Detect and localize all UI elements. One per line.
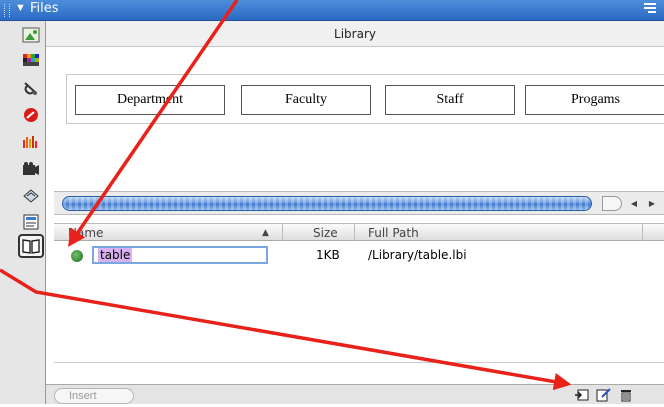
nav-button-faculty: Faculty bbox=[241, 85, 371, 115]
shockwave-icon[interactable] bbox=[22, 134, 40, 150]
sort-ascending-icon[interactable]: ▲ bbox=[262, 225, 269, 241]
nav-button-staff: Staff bbox=[385, 85, 515, 115]
library-icon[interactable] bbox=[18, 234, 44, 258]
scroll-left-arrow-icon[interactable]: ◀ bbox=[626, 196, 642, 211]
edit-icon[interactable] bbox=[596, 388, 612, 402]
asset-bottom-toolbar: Insert bbox=[46, 384, 664, 404]
flash-icon[interactable] bbox=[22, 107, 40, 123]
templates-icon[interactable] bbox=[22, 214, 40, 230]
preview-table-frame: Department Faculty Staff Progams bbox=[66, 74, 664, 124]
item-size: 1KB bbox=[316, 248, 340, 262]
column-header-size[interactable]: Size bbox=[313, 225, 338, 241]
library-item-icon bbox=[71, 250, 83, 262]
nav-button-department: Department bbox=[75, 85, 225, 115]
insert-button[interactable]: Insert bbox=[54, 388, 134, 404]
list-item[interactable]: table 1KB /Library/table.lbi bbox=[54, 245, 664, 265]
scrollbar-thumb[interactable] bbox=[62, 196, 592, 211]
preview-header: Library bbox=[46, 21, 664, 47]
scrollbar-track-end[interactable] bbox=[602, 196, 622, 211]
delete-icon[interactable] bbox=[618, 388, 634, 402]
column-header-name[interactable]: Name bbox=[68, 225, 103, 241]
colors-icon[interactable] bbox=[22, 52, 40, 68]
asset-list: table 1KB /Library/table.lbi bbox=[54, 241, 664, 363]
collapse-triangle-icon[interactable]: ▼ bbox=[15, 2, 26, 14]
panel-title-bar[interactable]: ▼ Files bbox=[0, 0, 664, 21]
preview-horizontal-scrollbar[interactable]: ◀ ▶ bbox=[54, 191, 664, 215]
new-library-item-icon[interactable] bbox=[574, 388, 590, 402]
asset-list-header: Name ▲ Size Full Path bbox=[54, 223, 664, 241]
rename-input[interactable]: table bbox=[92, 246, 268, 264]
scroll-right-arrow-icon[interactable]: ▶ bbox=[644, 196, 660, 211]
scripts-icon[interactable] bbox=[22, 188, 40, 204]
urls-icon[interactable] bbox=[22, 81, 40, 97]
movies-icon[interactable] bbox=[22, 161, 40, 177]
panel-options-menu-icon[interactable] bbox=[644, 3, 656, 15]
grip-icon[interactable] bbox=[4, 4, 10, 17]
column-header-path[interactable]: Full Path bbox=[368, 225, 419, 241]
library-item-preview: Department Faculty Staff Progams bbox=[46, 48, 664, 191]
images-icon[interactable] bbox=[22, 27, 40, 43]
item-path: /Library/table.lbi bbox=[368, 248, 467, 262]
panel-title: Files bbox=[30, 1, 59, 16]
asset-category-toolbar bbox=[0, 21, 46, 404]
nav-button-progams: Progams bbox=[525, 85, 664, 115]
